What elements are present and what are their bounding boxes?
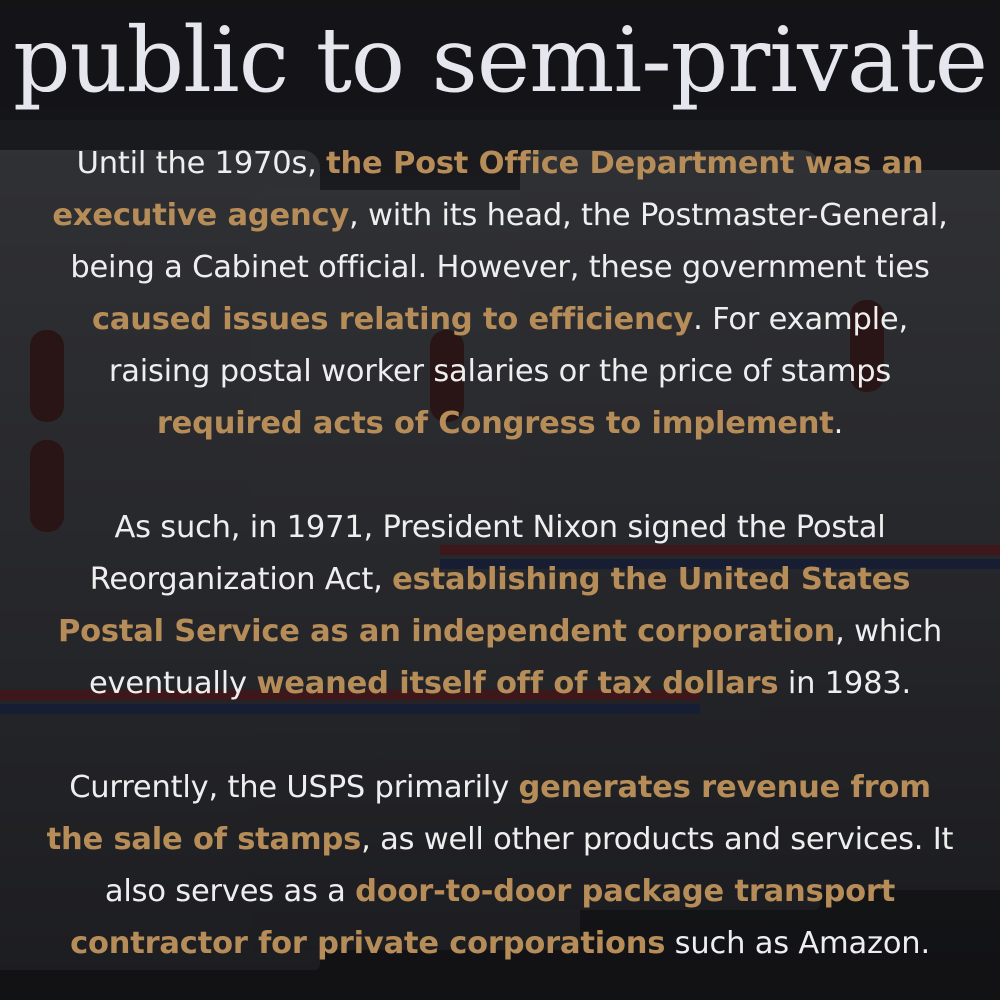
body-text: , as well other products and services. I… (361, 822, 954, 857)
body-text: in 1983. (778, 666, 912, 701)
body-text: Currently, the USPS primarily (69, 770, 519, 805)
paragraph-reorganization: As such, in 1971, President Nixon signed… (8, 502, 992, 710)
body-text: . (833, 406, 844, 441)
body-text: . For example, (693, 302, 908, 337)
body-text: Until the 1970s, (76, 146, 327, 181)
body-text: such as Amazon. (665, 926, 930, 961)
page-title: public to semi-private (12, 8, 988, 113)
highlighted-text: required acts of Congress to implement (156, 406, 834, 441)
body-text: As such, in 1971, President Nixon signed… (114, 510, 886, 545)
highlighted-text: contractor for private corporations (70, 926, 666, 961)
body-text: also serves as a (104, 874, 356, 909)
text-content: public to semi-private Until the 1970s, … (0, 0, 1000, 1000)
paragraph-history: Until the 1970s, the Post Office Departm… (8, 138, 992, 450)
highlighted-text: establishing the United States (392, 562, 911, 597)
infographic-canvas: public to semi-private Until the 1970s, … (0, 0, 1000, 1000)
highlighted-text: generates revenue from (518, 770, 931, 805)
highlighted-text: executive agency (52, 198, 350, 233)
paragraph-current-revenue: Currently, the USPS primarily generates … (8, 762, 992, 970)
highlighted-text: caused issues relating to efficiency (91, 302, 694, 337)
highlighted-text: door-to-door package transport (355, 874, 896, 909)
highlighted-text: weaned itself off of tax dollars (256, 666, 779, 701)
highlighted-text: Postal Service as an independent corpora… (58, 614, 836, 649)
body-text: , which (835, 614, 942, 649)
body-text: being a Cabinet official. However, these… (70, 250, 930, 285)
highlighted-text: the Post Office Department was an (326, 146, 924, 181)
highlighted-text: the sale of stamps (46, 822, 362, 857)
body-text: eventually (88, 666, 257, 701)
body-text: , with its head, the Postmaster-General, (349, 198, 948, 233)
body-text: raising postal worker salaries or the pr… (108, 354, 892, 389)
body-text: Reorganization Act, (89, 562, 393, 597)
